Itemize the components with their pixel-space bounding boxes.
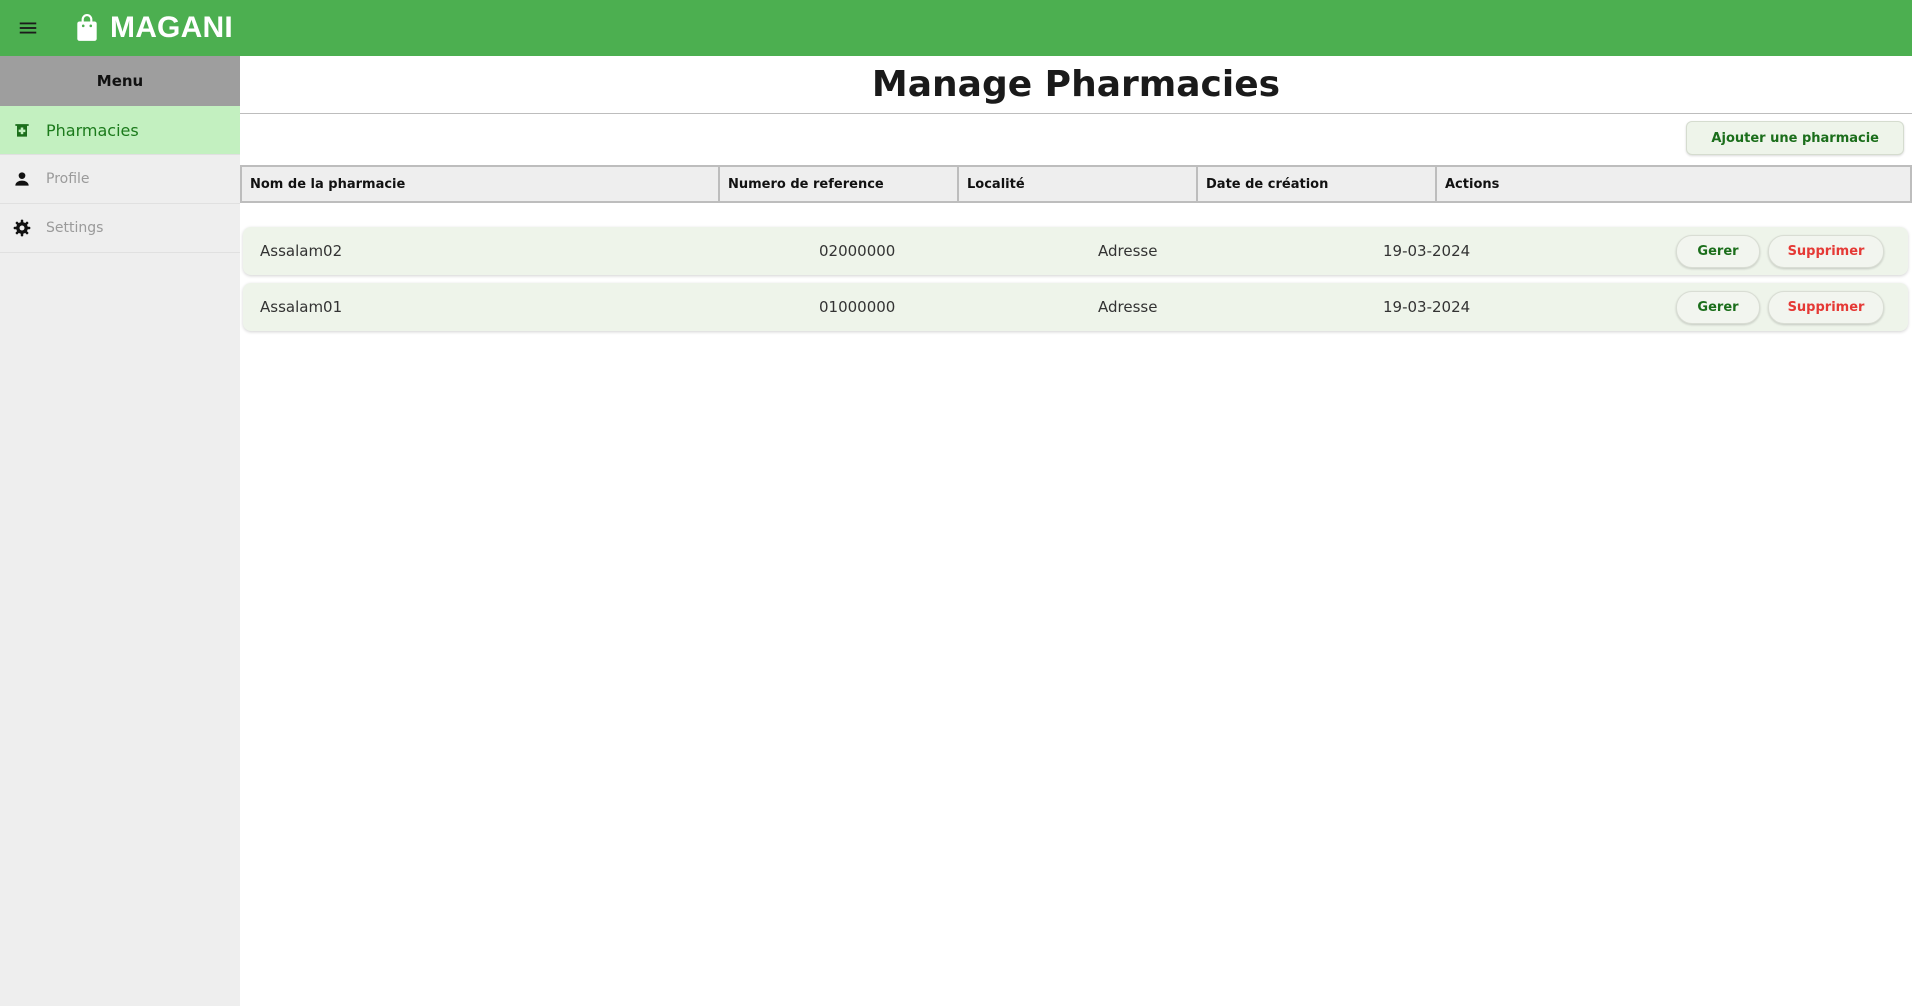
delete-button[interactable]: Supprimer bbox=[1768, 291, 1884, 324]
sidebar-title: Menu bbox=[0, 56, 240, 106]
pharmacy-icon bbox=[12, 120, 32, 140]
table-body: Assalam02 02000000 Adresse 19-03-2024 Ge… bbox=[240, 203, 1912, 331]
sidebar-item-label: Profile bbox=[46, 171, 90, 187]
shopping-bag-icon bbox=[74, 14, 100, 42]
column-header-location: Localité bbox=[959, 167, 1198, 201]
column-header-name: Nom de la pharmacie bbox=[242, 167, 720, 201]
person-icon bbox=[12, 169, 32, 189]
column-header-actions: Actions bbox=[1445, 176, 1500, 192]
sidebar-item-pharmacies[interactable]: Pharmacies bbox=[0, 106, 240, 155]
cell-reference: 01000000 bbox=[819, 298, 896, 316]
cell-date: 19-03-2024 bbox=[1383, 298, 1471, 316]
cell-pharmacy-name: Assalam01 bbox=[260, 298, 343, 316]
sidebar-item-label: Settings bbox=[46, 220, 104, 236]
column-header-date: Date de création bbox=[1198, 167, 1437, 201]
top-app-bar: MAGANI bbox=[0, 0, 1912, 56]
sidebar-item-profile[interactable]: Profile bbox=[0, 155, 240, 204]
sidebar-item-label: Pharmacies bbox=[46, 120, 139, 140]
toolbar: Ajouter une pharmacie bbox=[240, 114, 1912, 165]
table-header: Nom de la pharmacie Numero de reference … bbox=[240, 165, 1912, 203]
sidebar-item-settings[interactable]: Settings bbox=[0, 204, 240, 253]
manage-button[interactable]: Gerer bbox=[1676, 235, 1760, 268]
menu-button[interactable] bbox=[0, 0, 56, 56]
cell-location: Adresse bbox=[1098, 298, 1158, 316]
add-pharmacy-button[interactable]: Ajouter une pharmacie bbox=[1686, 121, 1904, 155]
manage-button[interactable]: Gerer bbox=[1676, 291, 1760, 324]
sidebar: Menu Pharmacies Profile Settings bbox=[0, 56, 240, 1006]
brand[interactable]: MAGANI bbox=[74, 11, 233, 45]
cell-location: Adresse bbox=[1098, 242, 1158, 260]
delete-button[interactable]: Supprimer bbox=[1768, 235, 1884, 268]
cell-date: 19-03-2024 bbox=[1383, 242, 1471, 260]
column-header-reference: Numero de reference bbox=[720, 167, 959, 201]
table-row: Assalam02 02000000 Adresse 19-03-2024 Ge… bbox=[243, 227, 1908, 275]
app-title: MAGANI bbox=[110, 11, 233, 44]
main-content: Manage Pharmacies Ajouter une pharmacie … bbox=[240, 56, 1912, 1006]
cell-reference: 02000000 bbox=[819, 242, 896, 260]
menu-icon bbox=[19, 22, 37, 34]
gear-icon bbox=[12, 218, 32, 238]
page-title: Manage Pharmacies bbox=[240, 56, 1912, 114]
table-row: Assalam01 01000000 Adresse 19-03-2024 Ge… bbox=[243, 283, 1908, 331]
cell-pharmacy-name: Assalam02 bbox=[260, 242, 343, 260]
